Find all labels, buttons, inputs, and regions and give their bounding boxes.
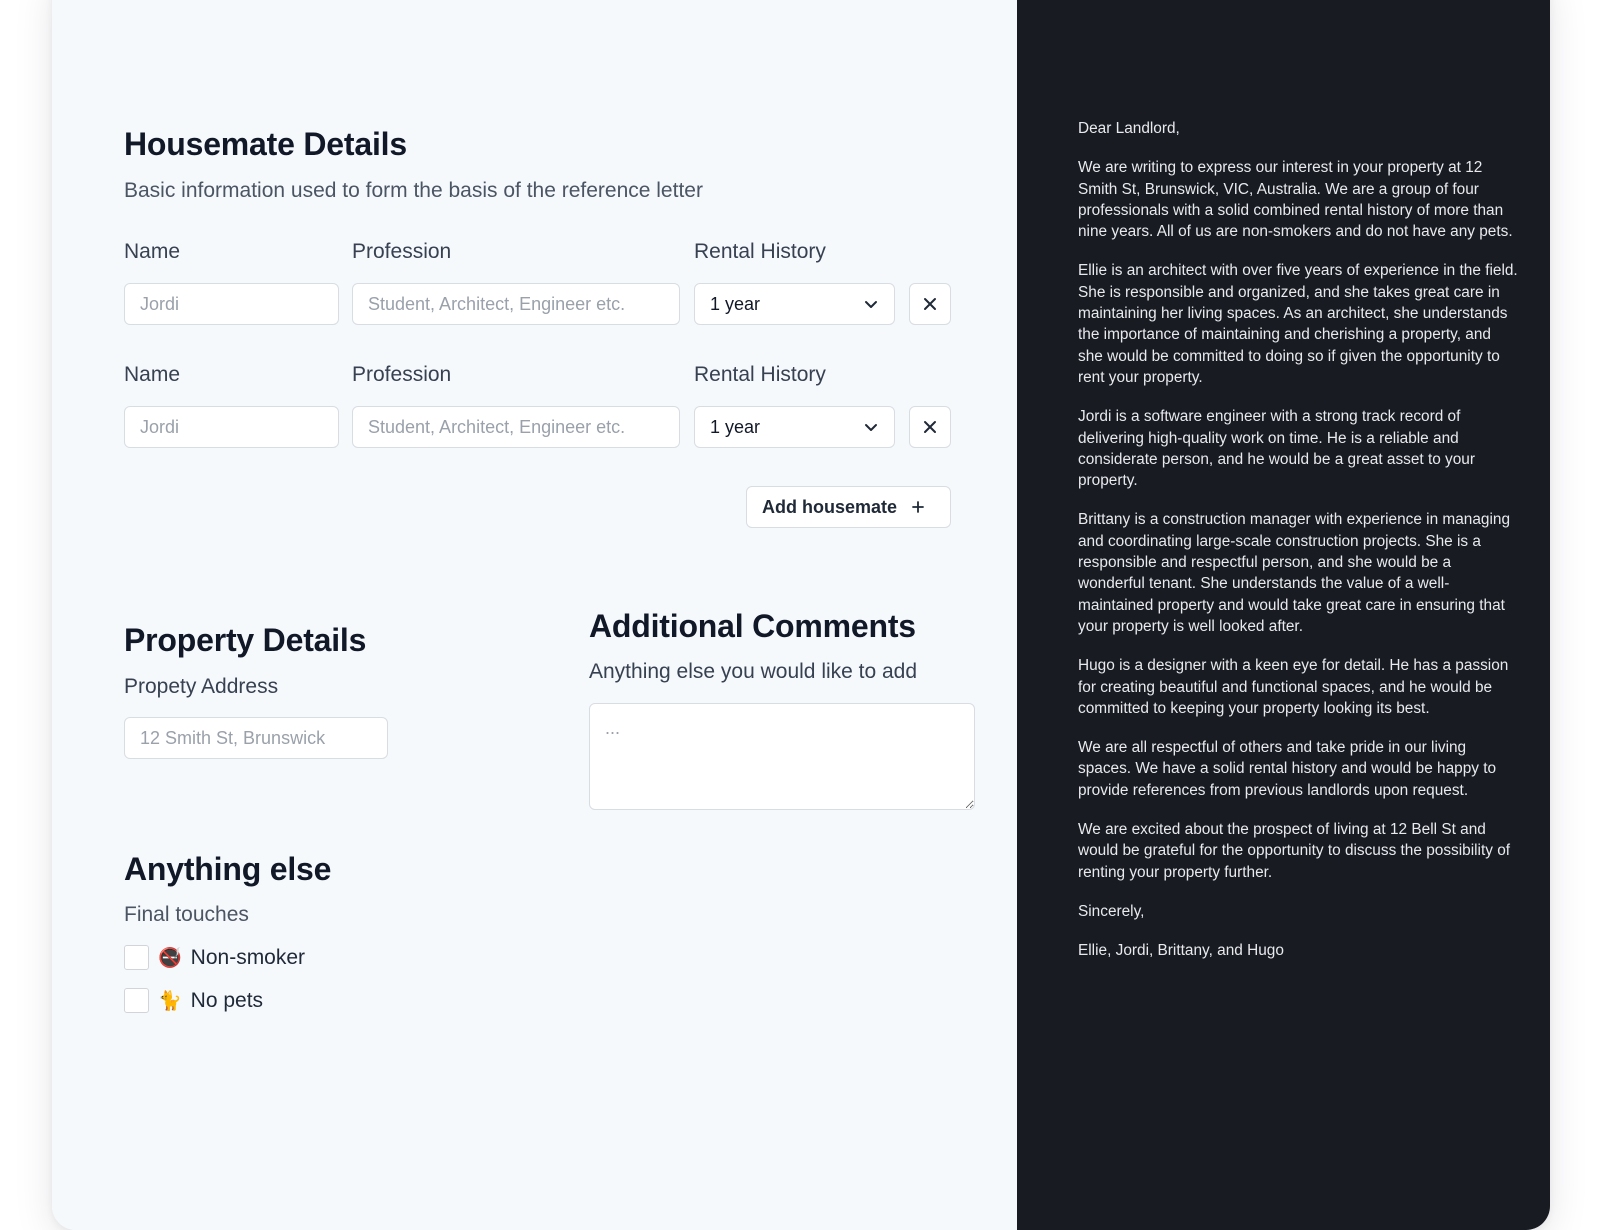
rental-history-label: Rental History (694, 363, 826, 386)
close-icon (924, 421, 936, 433)
plus-icon (912, 501, 924, 513)
profession-label: Profession (352, 240, 452, 263)
profession-input[interactable] (352, 283, 680, 325)
close-icon (924, 298, 936, 310)
no-pets-checkbox[interactable] (124, 988, 149, 1013)
rental-history-label: Rental History (694, 240, 826, 263)
letter-panel: Dear Landlord, We are writing to express… (1017, 0, 1550, 1230)
add-housemate-button[interactable]: Add housemate (746, 486, 951, 528)
name-input[interactable] (124, 283, 339, 325)
letter-paragraph: Jordi is a software engineer with a stro… (1078, 408, 1475, 490)
letter-paragraph: We are all respectful of others and take… (1078, 739, 1497, 799)
rental-history-select[interactable]: 1 year (694, 406, 895, 448)
form-panel: Housemate Details Basic information used… (52, 0, 1017, 1230)
app-card: Housemate Details Basic information used… (52, 0, 1550, 1230)
comments-title: Additional Comments (589, 608, 916, 644)
extras-title: Anything else (124, 851, 332, 887)
letter-paragraph: Brittany is a construction manager with … (1078, 511, 1511, 635)
name-label: Name (124, 240, 181, 263)
property-title: Property Details (124, 622, 367, 658)
reference-letter: Dear Landlord, We are writing to express… (1078, 118, 1518, 980)
property-address-input[interactable] (124, 717, 388, 759)
housemate-subtitle: Basic information used to form the basis… (124, 179, 703, 202)
profession-label: Profession (352, 363, 452, 386)
add-housemate-label: Add housemate (762, 496, 898, 517)
remove-housemate-button[interactable] (909, 406, 951, 448)
profession-input[interactable] (352, 406, 680, 448)
non-smoker-label: Non-smoker (190, 945, 306, 969)
no-pets-label: No pets (190, 988, 264, 1012)
rental-history-select[interactable]: 1 year (694, 283, 895, 325)
housemate-title: Housemate Details (124, 126, 407, 162)
non-smoker-option[interactable]: 🚭 Non-smoker (124, 945, 305, 970)
chevron-down-icon (865, 424, 877, 431)
letter-paragraph: We are writing to express our interest i… (1078, 159, 1513, 241)
remove-housemate-button[interactable] (909, 283, 951, 325)
comments-subtitle: Anything else you would like to add (589, 660, 918, 683)
letter-paragraph: Hugo is a designer with a keen eye for d… (1078, 657, 1509, 717)
comments-textarea[interactable] (589, 703, 975, 810)
name-input[interactable] (124, 406, 339, 448)
rental-history-value: 1 year (710, 293, 761, 314)
chevron-down-icon (865, 301, 877, 308)
name-label: Name (124, 363, 181, 386)
letter-closing: Sincerely, (1078, 902, 1145, 920)
non-smoker-checkbox[interactable] (124, 945, 149, 970)
property-address-label: Propety Address (124, 675, 279, 698)
letter-paragraph: We are excited about the prospect of liv… (1078, 821, 1511, 881)
letter-greeting: Dear Landlord, (1078, 120, 1180, 137)
cat-icon: 🐈 (158, 990, 182, 1012)
extras-subtitle: Final touches (124, 903, 249, 926)
letter-signature: Ellie, Jordi, Brittany, and Hugo (1078, 942, 1284, 960)
letter-paragraph: Ellie is an architect with over five yea… (1078, 262, 1518, 386)
rental-history-value: 1 year (710, 416, 761, 437)
no-pets-option[interactable]: 🐈 No pets (124, 988, 263, 1013)
no-smoking-icon: 🚭 (158, 947, 182, 969)
